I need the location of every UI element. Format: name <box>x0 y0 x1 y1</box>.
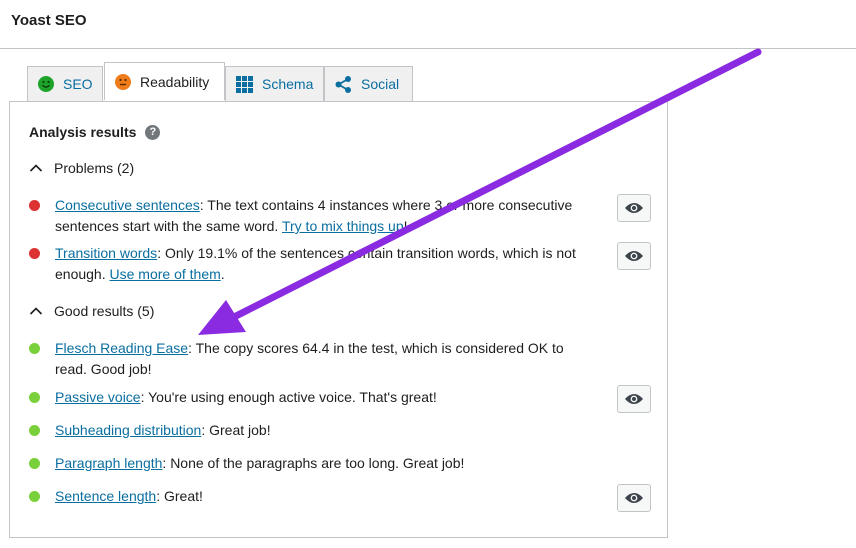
chevron-up-icon <box>29 307 43 315</box>
highlight-eye-button[interactable] <box>617 484 651 512</box>
problem-item: Consecutive sentences: The text contains… <box>29 195 629 237</box>
tab-readability[interactable]: Readability <box>104 62 225 100</box>
good-item: Flesch Reading Ease: The copy scores 64.… <box>29 338 629 380</box>
tab-seo[interactable]: SEO <box>27 66 103 101</box>
good-item: Subheading distribution: Great job! <box>29 420 629 441</box>
red-bullet-icon <box>29 248 40 259</box>
analysis-heading: Analysis results ? <box>29 124 161 140</box>
good-results-toggle[interactable]: Good results (5) <box>29 303 154 319</box>
grid-icon <box>236 75 253 93</box>
sentence-length-link[interactable]: Sentence length <box>55 488 156 504</box>
problem-item: Transition words: Only 19.1% of the sent… <box>29 243 629 285</box>
chevron-up-icon <box>29 164 43 172</box>
good-item: Sentence length: Great! <box>29 486 629 507</box>
tab-social-label: Social <box>361 76 400 92</box>
tab-readability-label: Readability <box>140 73 210 90</box>
item-text: : Great job! <box>201 422 271 438</box>
tab-schema[interactable]: Schema <box>225 66 324 101</box>
subheading-distribution-link[interactable]: Subheading distribution <box>55 422 201 438</box>
problems-label: Problems (2) <box>54 160 135 176</box>
item-text: : You're using enough active voice. That… <box>140 389 437 405</box>
tab-seo-label: SEO <box>63 76 93 92</box>
highlight-eye-button[interactable] <box>617 242 651 270</box>
good-results-label: Good results (5) <box>54 303 155 319</box>
title-divider <box>0 48 856 49</box>
paragraph-length-link[interactable]: Paragraph length <box>55 455 162 471</box>
red-bullet-icon <box>29 200 40 211</box>
item-text: : Great! <box>156 488 203 504</box>
readability-panel: Analysis results ? Problems (2) Consecut… <box>9 101 668 538</box>
eye-icon <box>625 203 643 213</box>
green-bullet-icon <box>29 392 40 403</box>
good-item: Paragraph length: None of the paragraphs… <box>29 453 629 474</box>
passive-voice-link[interactable]: Passive voice <box>55 389 141 405</box>
tab-schema-label: Schema <box>262 76 314 92</box>
use-more-link[interactable]: Use more of them <box>110 266 221 282</box>
eye-icon <box>625 394 643 404</box>
eye-icon <box>625 493 643 503</box>
analysis-heading-label: Analysis results <box>29 124 137 140</box>
tab-social[interactable]: Social <box>324 66 413 101</box>
share-icon <box>335 75 352 93</box>
highlight-eye-button[interactable] <box>617 194 651 222</box>
problems-toggle[interactable]: Problems (2) <box>29 160 134 176</box>
green-bullet-icon <box>29 491 40 502</box>
transition-words-link[interactable]: Transition words <box>55 245 157 261</box>
green-bullet-icon <box>29 343 40 354</box>
consecutive-sentences-link[interactable]: Consecutive sentences <box>55 197 200 213</box>
mix-things-up-link[interactable]: Try to mix things up <box>282 218 404 234</box>
eye-icon <box>625 251 643 261</box>
highlight-eye-button[interactable] <box>617 385 651 413</box>
item-text: : None of the paragraphs are too long. G… <box>162 455 465 471</box>
green-bullet-icon <box>29 458 40 469</box>
help-icon[interactable]: ? <box>145 124 161 140</box>
smiley-orange-icon <box>115 73 131 90</box>
green-bullet-icon <box>29 425 40 436</box>
good-item: Passive voice: You're using enough activ… <box>29 387 629 408</box>
smiley-green-icon <box>38 76 54 92</box>
flesch-reading-ease-link[interactable]: Flesch Reading Ease <box>55 340 188 356</box>
panel-title: Yoast SEO <box>11 12 87 29</box>
